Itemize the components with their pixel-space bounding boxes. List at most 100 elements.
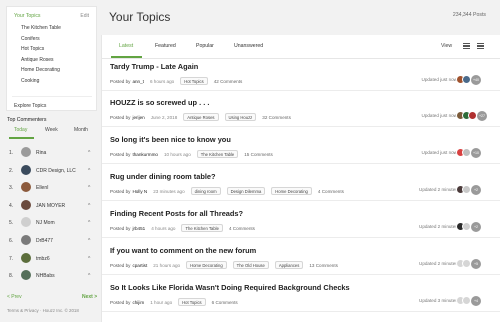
thread-title[interactable]: So long it's been nice to know you: [110, 135, 231, 144]
chevron-up-icon[interactable]: ^: [88, 273, 90, 279]
comments-link[interactable]: 32 Comments: [262, 115, 291, 120]
more-participants-badge[interactable]: +4: [471, 296, 481, 306]
tab-today[interactable]: Today: [14, 127, 27, 133]
topic-item[interactable]: Antique Roses: [21, 55, 61, 66]
commenter-row[interactable]: 4. JAN MOYER ^: [0, 199, 101, 217]
chevron-up-icon[interactable]: ^: [88, 168, 90, 174]
avatar[interactable]: [462, 259, 471, 268]
thread-row[interactable]: So It Looks Like Florida Wasn't Doing Re…: [102, 280, 500, 312]
commenter-name[interactable]: JAN MOYER: [36, 203, 65, 209]
topic-tag[interactable]: Antique Roses: [183, 112, 219, 122]
topic-item[interactable]: Cooking: [21, 76, 61, 87]
comments-link[interactable]: 4 Comments: [318, 189, 344, 194]
chevron-up-icon[interactable]: ^: [88, 220, 90, 226]
edit-topics-link[interactable]: Edit: [80, 13, 89, 19]
avatar[interactable]: [21, 217, 31, 228]
tab-unanswered[interactable]: Unanswered: [234, 43, 263, 49]
commenter-row[interactable]: 5. NJ Mom ^: [0, 216, 101, 234]
topic-tag[interactable]: The Kitchen Table: [181, 223, 223, 233]
more-participants-badge[interactable]: +40: [471, 75, 481, 85]
commenter-row[interactable]: 2. CDR Design, LLC ^: [0, 164, 101, 182]
thread-title[interactable]: If you want to comment on the new forum: [110, 246, 256, 255]
commenter-row[interactable]: 6. DrB477 ^: [0, 234, 101, 252]
explore-topics-link[interactable]: Explore Topics: [14, 103, 46, 109]
avatar[interactable]: [21, 164, 31, 175]
chevron-up-icon[interactable]: ^: [88, 203, 90, 209]
topic-tag[interactable]: dining room: [190, 186, 221, 196]
topic-tag[interactable]: Hot Topics: [180, 76, 208, 86]
topic-item[interactable]: Home Decorating: [21, 65, 61, 76]
topic-tag[interactable]: Appliances: [274, 260, 304, 270]
thread-row[interactable]: HOUZZ is so screwed up . . . Posted by jer…: [102, 95, 500, 127]
more-participants-badge[interactable]: +2: [471, 185, 481, 195]
thread-row[interactable]: So long it's been nice to know you Posted…: [102, 132, 500, 164]
more-participants-badge[interactable]: +10: [471, 148, 481, 158]
author-link[interactable]: jrb451: [132, 226, 145, 231]
list-view-icon[interactable]: [461, 40, 472, 51]
tab-featured[interactable]: Featured: [155, 43, 176, 49]
author-link[interactable]: chijim: [132, 300, 144, 305]
thread-row[interactable]: If you want to comment on the new forum P…: [102, 243, 500, 275]
avatar[interactable]: [21, 252, 31, 263]
topic-item[interactable]: The Kitchen Table: [21, 23, 61, 34]
author-link[interactable]: thankurmmo: [132, 152, 158, 157]
avatar[interactable]: [21, 234, 31, 245]
more-participants-badge[interactable]: +5: [471, 259, 481, 269]
avatar[interactable]: [21, 199, 31, 210]
thread-row[interactable]: Tardy Trump - Late Again Posted by ann_t 6 …: [102, 59, 500, 91]
topic-tag[interactable]: Design Dilemma: [226, 186, 266, 196]
thread-row[interactable]: Finding Recent Posts for all Threads? Pos…: [102, 206, 500, 238]
topic-tag[interactable]: The Kitchen Table: [196, 149, 239, 159]
thread-title[interactable]: Finding Recent Posts for all Threads?: [110, 209, 243, 218]
grid-view-icon[interactable]: [475, 40, 486, 51]
commenter-row[interactable]: 3. EllenI ^: [0, 181, 101, 199]
commenter-name[interactable]: NHBabs: [36, 273, 55, 279]
thread-title[interactable]: HOUZZ is so screwed up . . .: [110, 98, 209, 107]
chevron-up-icon[interactable]: ^: [88, 256, 90, 262]
avatar[interactable]: [468, 111, 477, 120]
avatar[interactable]: [462, 296, 471, 305]
commenter-name[interactable]: CDR Design, LLC: [36, 168, 76, 174]
topic-item[interactable]: Conifers: [21, 34, 61, 45]
tab-month[interactable]: Month: [74, 127, 88, 133]
topic-tag[interactable]: Using Houzz: [224, 112, 257, 122]
commenter-row[interactable]: 7. tmbz6 ^: [0, 252, 101, 270]
avatar[interactable]: [21, 270, 31, 281]
avatar[interactable]: [21, 147, 31, 157]
commenter-name[interactable]: Rina: [36, 150, 46, 156]
your-topics-heading[interactable]: Your Topics: [14, 13, 41, 19]
comments-link[interactable]: 42 Comments: [214, 79, 243, 84]
comments-link[interactable]: 13 Comments: [309, 263, 338, 268]
topic-tag[interactable]: Hot Topics: [178, 297, 206, 307]
topic-tag[interactable]: The Old House: [232, 260, 269, 270]
footer-text[interactable]: Terms & Privacy · Houzz Inc. © 2018: [7, 308, 79, 313]
thread-title[interactable]: Tardy Trump - Late Again: [110, 62, 198, 71]
commenter-name[interactable]: EllenI: [36, 185, 49, 191]
author-link[interactable]: cpartist: [132, 263, 147, 268]
avatar[interactable]: [462, 148, 471, 157]
comments-link[interactable]: 15 Comments: [244, 152, 273, 157]
chevron-up-icon[interactable]: ^: [88, 150, 90, 156]
author-link[interactable]: ann_t: [132, 79, 144, 84]
avatar[interactable]: [21, 182, 31, 193]
more-participants-badge[interactable]: +2: [471, 222, 481, 232]
thread-row[interactable]: Rug under dining room table? Posted by Hol…: [102, 169, 500, 201]
commenter-name[interactable]: DrB477: [36, 238, 53, 244]
commenter-row[interactable]: 8. NHBabs ^: [0, 269, 101, 287]
tab-popular[interactable]: Popular: [196, 43, 214, 49]
thread-title[interactable]: Rug under dining room table?: [110, 172, 216, 181]
topic-item[interactable]: Hot Topics: [21, 44, 61, 55]
topic-tag[interactable]: Home Decorating: [271, 186, 312, 196]
chevron-up-icon[interactable]: ^: [88, 238, 90, 244]
commenter-name[interactable]: tmbz6: [36, 256, 50, 262]
next-button[interactable]: Next >: [82, 294, 97, 300]
tab-latest[interactable]: Latest: [119, 43, 133, 49]
chevron-up-icon[interactable]: ^: [88, 185, 90, 191]
tab-week[interactable]: Week: [45, 127, 58, 133]
comments-link[interactable]: 4 Comments: [229, 226, 255, 231]
author-link[interactable]: Holly N: [132, 189, 147, 194]
more-participants-badge[interactable]: +27: [477, 111, 487, 121]
comments-link[interactable]: 6 Comments: [212, 300, 238, 305]
commenter-row[interactable]: 1. Rina ^: [0, 146, 101, 164]
avatar[interactable]: [462, 75, 471, 84]
